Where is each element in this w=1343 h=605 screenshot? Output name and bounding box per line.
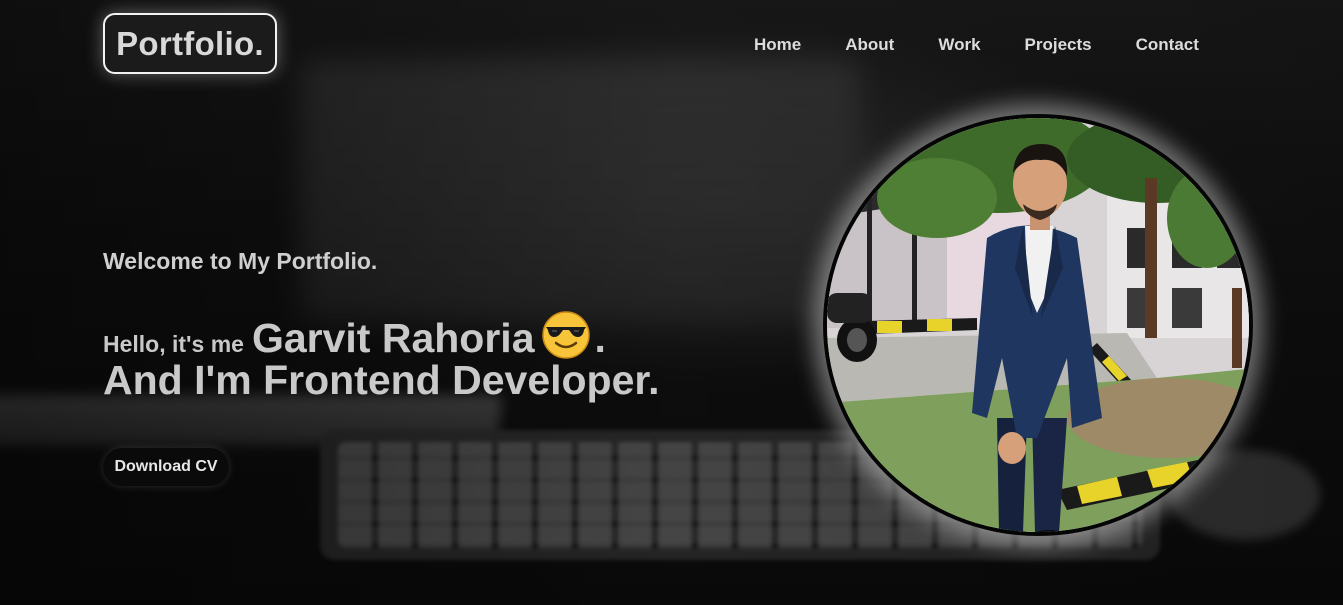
role-heading: And I'm Frontend Developer. [103,357,660,403]
intro-prefix: Hello, it's me [103,331,244,357]
nav-link-work[interactable]: Work [938,34,980,56]
profile-photo-illustration [827,118,1249,532]
nav-link-projects[interactable]: Projects [1025,34,1092,56]
intro-heading: Hello, it's me Garvit Rahoria . [103,302,606,362]
intro-period: . [594,315,606,361]
logo[interactable]: Portfolio. [103,13,277,74]
person-name: Garvit Rahoria [251,315,535,361]
profile-photo [823,114,1253,536]
nav-link-contact[interactable]: Contact [1136,34,1199,56]
nav-link-about[interactable]: About [845,34,894,56]
sunglasses-face-icon [541,311,590,359]
download-cv-button[interactable]: Download CV [103,448,229,486]
welcome-heading: Welcome to My Portfolio. [103,248,378,274]
nav-link-home[interactable]: Home [754,34,801,56]
main-nav: Home About Work Projects Contact [754,34,1199,56]
